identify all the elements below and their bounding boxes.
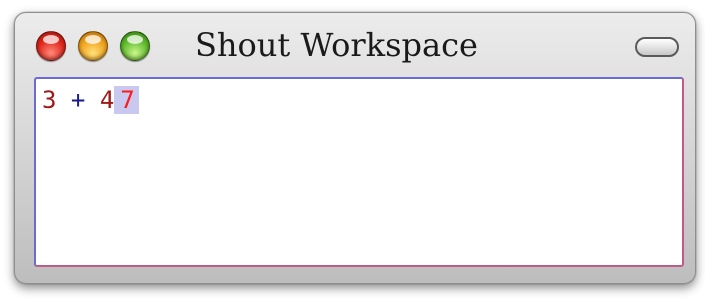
workspace-window: Shout Workspace 3 + 47 <box>14 12 696 284</box>
operator: + <box>70 86 86 114</box>
minimize-button[interactable] <box>78 31 108 61</box>
zoom-button[interactable] <box>120 31 150 61</box>
title-bar[interactable]: Shout Workspace <box>15 13 695 77</box>
result-value: 7 <box>114 86 139 114</box>
code-line: 3 + 47 <box>42 85 139 115</box>
code-editor[interactable]: 3 + 47 <box>34 77 684 267</box>
screen: Shout Workspace 3 + 47 <box>0 0 705 300</box>
toolbar-toggle-button[interactable] <box>635 37 679 57</box>
close-button[interactable] <box>36 31 66 61</box>
window-title: Shout Workspace <box>195 26 478 64</box>
operand-2: 4 <box>99 86 115 114</box>
operand-1: 3 <box>42 86 57 114</box>
